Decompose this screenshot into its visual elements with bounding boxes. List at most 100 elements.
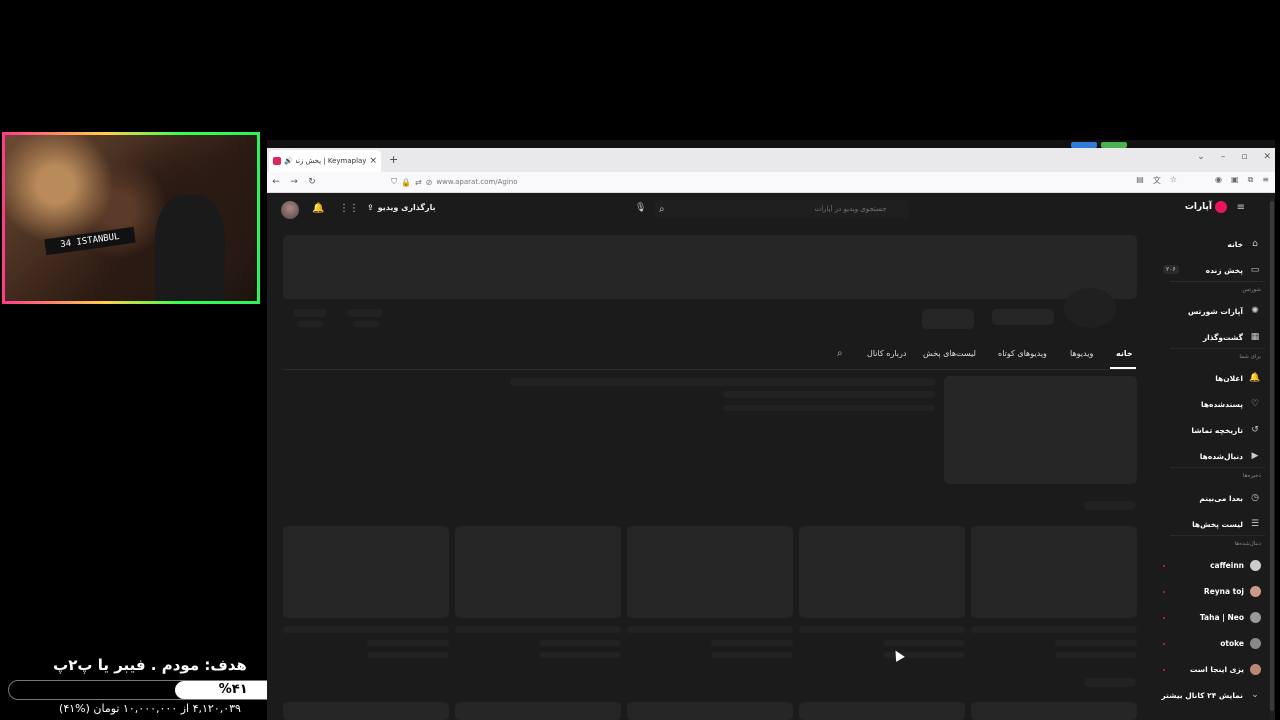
sidebar-channel[interactable]: Taha | Neo [1200,612,1261,623]
channel-banner-placeholder [283,235,1137,299]
sidebar-item-label: بعدا می‌بینم [1199,493,1243,503]
minimize-icon[interactable]: – [1221,152,1226,162]
channel-avatar [1250,638,1261,649]
clock-icon: ◷ [1251,493,1259,503]
new-tab-button[interactable]: + [389,153,398,166]
browser-tab[interactable]: 🔊 Keymaplay | پخش زنده | 2 ke × [269,150,381,172]
sidebar-section-following: دنبال‌شده‌ها [1234,541,1261,547]
close-window-icon[interactable]: ✕ [1263,152,1271,162]
video-meta-placeholder [539,652,621,658]
back-icon[interactable]: ← [267,177,285,187]
sidebar-channel[interactable]: Reyna toj [1204,586,1261,597]
sidebar-item-aparat-shorts[interactable]: ✺ آپارات شورتس [1188,306,1261,316]
history-icon: ↺ [1251,425,1259,435]
tracking-icon[interactable]: ⊘ [426,178,433,187]
tab-list-icon[interactable]: ⌄ [1197,152,1205,162]
tab-home[interactable]: خانه [1116,349,1133,358]
video-title-placeholder [283,626,449,633]
streamer-figure [155,195,225,301]
user-avatar[interactable] [281,201,299,219]
container-icon[interactable]: ▣ [1231,175,1239,186]
close-tab-icon[interactable]: × [369,156,377,166]
channel-avatar [1250,586,1261,597]
channel-name: caffeinn [1210,561,1244,570]
page-scrollbar[interactable] [1269,193,1275,720]
sidebar-item-history[interactable]: ↺ تاریخچه تماشا [1191,425,1261,435]
browser-window: 🔊 Keymaplay | پخش زنده | 2 ke × + ⌄ – ▫ … [267,148,1275,720]
search-box[interactable]: ⌕ [655,200,909,218]
upload-video-button[interactable]: بارگذاری ویدیو ⇪ [367,203,436,212]
aparat-logo[interactable]: آپارات [1185,201,1227,213]
reload-icon[interactable]: ↻ [303,177,321,187]
live-tv-icon: ▭ [1250,265,1260,275]
apps-grid-icon[interactable]: ⋮⋮ [339,203,359,214]
menu-icon[interactable]: ≡ [1262,175,1269,186]
forward-icon[interactable]: → [285,177,303,187]
toolbar-right: ▤ 文 ☆ ◉ ▣ ⧉ ≡ [1136,175,1269,186]
video-card-placeholder [455,526,621,618]
video-title-placeholder [455,626,621,633]
site-header: 🔔 ⋮⋮ بارگذاری ویدیو ⇪ 🎙 ⌕ آپارات ≡ [267,193,1267,225]
hamburger-menu-icon[interactable]: ≡ [1237,202,1245,213]
live-count-badge: ۲۰۶ [1163,265,1179,274]
live-dot [1163,669,1165,671]
tab-title: Keymaplay | پخش زنده | 2 ke [295,157,367,165]
tab-shorts[interactable]: ویدیوهای کوتاه [998,349,1047,358]
video-meta-placeholder [711,652,793,658]
speaker-icon: 🔊 [284,157,293,165]
sidebar-item-notifications[interactable]: 🔔 اعلان‌ها [1215,373,1261,383]
maximize-icon[interactable]: ▫ [1241,152,1247,162]
scrollbar-thumb[interactable] [1270,201,1274,711]
upload-icon: ⇪ [367,203,374,212]
tab-videos[interactable]: ویدیوها [1070,349,1093,358]
sidebar-show-more[interactable]: ⌄ نمایش ۲۴ کانال بیشتر [1161,690,1261,700]
subscribe-button-placeholder [992,309,1054,325]
translate-icon[interactable]: 文 [1153,175,1161,186]
microphone-icon[interactable]: 🎙 [635,203,646,213]
sidebar-item-explore[interactable]: ▦ گشت‌وگذار [1203,332,1261,342]
home-icon: ⌂ [1252,239,1258,249]
sidebar-item-label: تاریخچه تماشا [1191,425,1243,435]
sidebar-item-followed[interactable]: ▶ دنبال‌شده‌ها [1200,451,1261,461]
sidebar-item-live[interactable]: ▭ پخش زنده [1206,265,1261,275]
sidebar-section-shorts: شورتس [1242,287,1261,293]
sidebar-section-saved: ذخیره‌ها [1242,473,1261,479]
section-title-placeholder [1084,501,1136,510]
sidebar-item-label: پخش زنده [1205,265,1243,275]
channel-search-icon[interactable]: ⌕ [837,348,843,359]
address-bar[interactable]: ⛉ 🔒 ⇄ ⊘ www.aparat.com/Agino [391,175,1031,189]
sidebar-channel[interactable]: caffeinn [1210,560,1261,571]
reader-icon[interactable]: ▤ [1136,175,1144,186]
sidebar-channel[interactable]: otoke [1220,638,1261,649]
sidebar-item-label: پسندشده‌ها [1201,399,1243,409]
featured-line-placeholder [723,405,935,411]
sidebar-item-watch-later[interactable]: ◷ بعدا می‌بینم [1199,493,1261,503]
account-icon[interactable]: ◉ [1215,175,1222,186]
bookmark-star-icon[interactable]: ☆ [1170,175,1177,186]
extensions-icon[interactable]: ⧉ [1248,175,1254,186]
lock-icon[interactable]: 🔒 [401,178,411,187]
tab-playlists[interactable]: لیست‌های پخش [923,349,976,358]
sidebar-divider [1170,535,1265,536]
video-title-placeholder [799,626,965,633]
search-input[interactable] [664,204,889,214]
stat-placeholder [347,309,383,317]
tab-about[interactable]: درباره کانال [867,349,906,358]
video-meta-placeholder [539,640,621,646]
sidebar-channel[interactable]: یزی اینجا است [1190,664,1261,675]
sidebar-item-label: لیست پخش‌ها [1192,519,1243,529]
upload-video-label: بارگذاری ویدیو [377,203,436,212]
url-text[interactable]: www.aparat.com/Agino [436,178,517,186]
goal-progress-bar: %۴۱ [8,680,292,700]
video-card-placeholder [455,702,621,720]
sidebar-divider [1170,281,1265,282]
shield-icon[interactable]: ⛉ [391,177,397,187]
live-dot [1163,565,1165,567]
sidebar-section-foryou: برای شما [1239,354,1261,360]
sidebar-item-liked[interactable]: ♡ پسندشده‌ها [1201,399,1261,409]
sidebar-item-home[interactable]: ⌂ خانه [1227,239,1261,249]
bell-icon[interactable]: 🔔 [312,203,324,214]
sidebar-item-playlists[interactable]: ☰ لیست پخش‌ها [1192,519,1261,529]
stat-placeholder [353,321,379,327]
permissions-icon[interactable]: ⇄ [415,178,422,187]
